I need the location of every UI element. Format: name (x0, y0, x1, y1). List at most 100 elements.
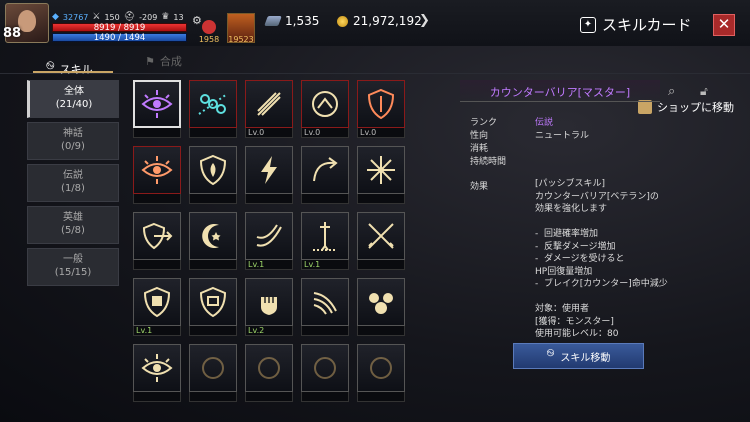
skill-card[interactable] (189, 212, 237, 270)
sidebar-item[interactable]: 一般 (15/15) (27, 248, 119, 286)
attribute-value: ニュートラル (535, 131, 590, 141)
sidebar-item[interactable]: 全体 (21/40) (27, 80, 119, 118)
attribute-label: 性向 (470, 131, 489, 141)
sidebar-item-label: 英雄 (63, 212, 83, 223)
sidebar-item-label: 神話 (63, 128, 83, 139)
hp-bar: 8919 / 8919 (52, 23, 187, 33)
skill-card[interactable]: Lv.1 (133, 278, 181, 336)
swirl-icon: ࿊ (546, 348, 555, 359)
skill-card-art (301, 80, 349, 128)
trophy-icon: ♛ (161, 12, 170, 22)
rank-row: ランク 伝説 (470, 115, 553, 128)
skill-card[interactable] (189, 278, 237, 336)
gem-currency: 1,535 (264, 14, 319, 28)
skill-card-art (245, 344, 293, 392)
sidebar-item-label: 全体 (64, 86, 84, 97)
tab-synthesis[interactable]: ⚑ 合成 (145, 53, 182, 69)
skill-card-level (301, 326, 349, 336)
flag-icon: ⚑ (145, 54, 155, 68)
buff-slot[interactable]: 19523 (227, 13, 255, 44)
skill-card[interactable]: Lv.1 (245, 212, 293, 270)
shield-flame-icon (199, 154, 227, 186)
sidebar-item[interactable]: 英雄 (5/8) (27, 206, 119, 244)
skill-card[interactable] (245, 344, 293, 402)
sidebar-item[interactable]: 伝説 (1/8) (27, 164, 119, 202)
skill-card-grid: Lv.0 Lv.0 Lv.0 Lv.1 Lv.1 Lv.1 Lv.2 (133, 80, 413, 402)
skill-card[interactable] (189, 146, 237, 204)
skill-card[interactable] (133, 80, 181, 138)
mp-bar: 1490 / 1494 (52, 33, 187, 43)
page-title: ✦ スキルカード (580, 14, 692, 35)
buff-count: 19523 (228, 35, 254, 44)
up-arrow-circle-icon (312, 91, 338, 117)
rank-label: ランク (470, 118, 498, 128)
skill-card-level (245, 392, 293, 402)
eye-icon (141, 354, 173, 382)
page-title-text: スキルカード (602, 16, 692, 34)
skill-card-level (133, 392, 181, 402)
skill-card[interactable] (301, 344, 349, 402)
skill-card[interactable] (133, 344, 181, 402)
skill-card-art (189, 344, 237, 392)
player-level: 88 (3, 26, 22, 41)
skill-card[interactable] (357, 278, 405, 336)
skill-card[interactable] (357, 344, 405, 402)
skill-card-art (357, 278, 405, 326)
skill-card[interactable] (189, 344, 237, 402)
skill-card-level (133, 260, 181, 270)
skill-card-art (133, 80, 181, 128)
sidebar-item-count: (1/8) (61, 183, 85, 194)
rank-value: 伝説 (535, 118, 554, 128)
skill-card[interactable]: Lv.1 (301, 212, 349, 270)
top-status-bar: 88 ◆ 32767 ⚔ 150 ⛑ -209 ♛ 13 8919 / 8919… (0, 0, 750, 46)
skill-card[interactable] (245, 146, 293, 204)
skill-card[interactable] (133, 212, 181, 270)
skill-card-level (357, 194, 405, 204)
slash-icon (256, 224, 282, 247)
sword-icon: ⚔ (92, 12, 101, 22)
skill-card[interactable]: Lv.0 (301, 80, 349, 138)
potion-slot[interactable]: 1958 (195, 14, 223, 44)
skill-card-level: Lv.2 (245, 326, 293, 336)
skill-card-art (301, 146, 349, 194)
tab-synthesis-label: 合成 (159, 55, 182, 68)
skill-card-level (133, 128, 181, 138)
skill-card[interactable] (357, 146, 405, 204)
skill-card-level: Lv.1 (245, 260, 293, 270)
sword-slash-icon (257, 92, 281, 116)
power-value: 32767 (62, 12, 89, 22)
skill-card-level (301, 392, 349, 402)
effect-label: 効果 (470, 182, 489, 192)
skill-card-art (133, 146, 181, 194)
skill-card[interactable] (133, 146, 181, 204)
skill-card-art (245, 146, 293, 194)
skill-card[interactable] (301, 146, 349, 204)
skill-card-art (189, 278, 237, 326)
skill-card-art (245, 278, 293, 326)
stat2-value: -209 (139, 12, 158, 22)
chain-icon (198, 93, 228, 115)
skill-card[interactable]: Lv.0 (357, 80, 405, 138)
lightning-icon (261, 156, 277, 184)
skill-move-label: スキル移動 (560, 352, 611, 364)
sidebar-item-label: 一般 (63, 254, 83, 265)
search-icon[interactable]: ⌕ (668, 84, 675, 99)
skill-card-art (301, 278, 349, 326)
skill-card-art (133, 278, 181, 326)
skill-card[interactable] (301, 278, 349, 336)
skill-card-art (357, 146, 405, 194)
close-button[interactable]: ✕ (713, 14, 735, 36)
chevron-right-icon[interactable]: ❯ (419, 13, 430, 28)
skill-card[interactable] (189, 80, 237, 138)
skill-card-art (245, 212, 293, 260)
skill-card[interactable]: Lv.0 (245, 80, 293, 138)
skill-card-level (189, 194, 237, 204)
lock-icon[interactable]: 🔓︎ (700, 84, 708, 99)
skill-card-art (189, 212, 237, 260)
skill-card[interactable]: Lv.2 (245, 278, 293, 336)
skill-card[interactable] (357, 212, 405, 270)
skill-card-icon: ✦ (580, 16, 596, 33)
sidebar-item[interactable]: 神話 (0/9) (27, 122, 119, 160)
skill-card-level: Lv.0 (245, 128, 293, 138)
skill-move-button[interactable]: ࿊ スキル移動 (513, 343, 644, 369)
